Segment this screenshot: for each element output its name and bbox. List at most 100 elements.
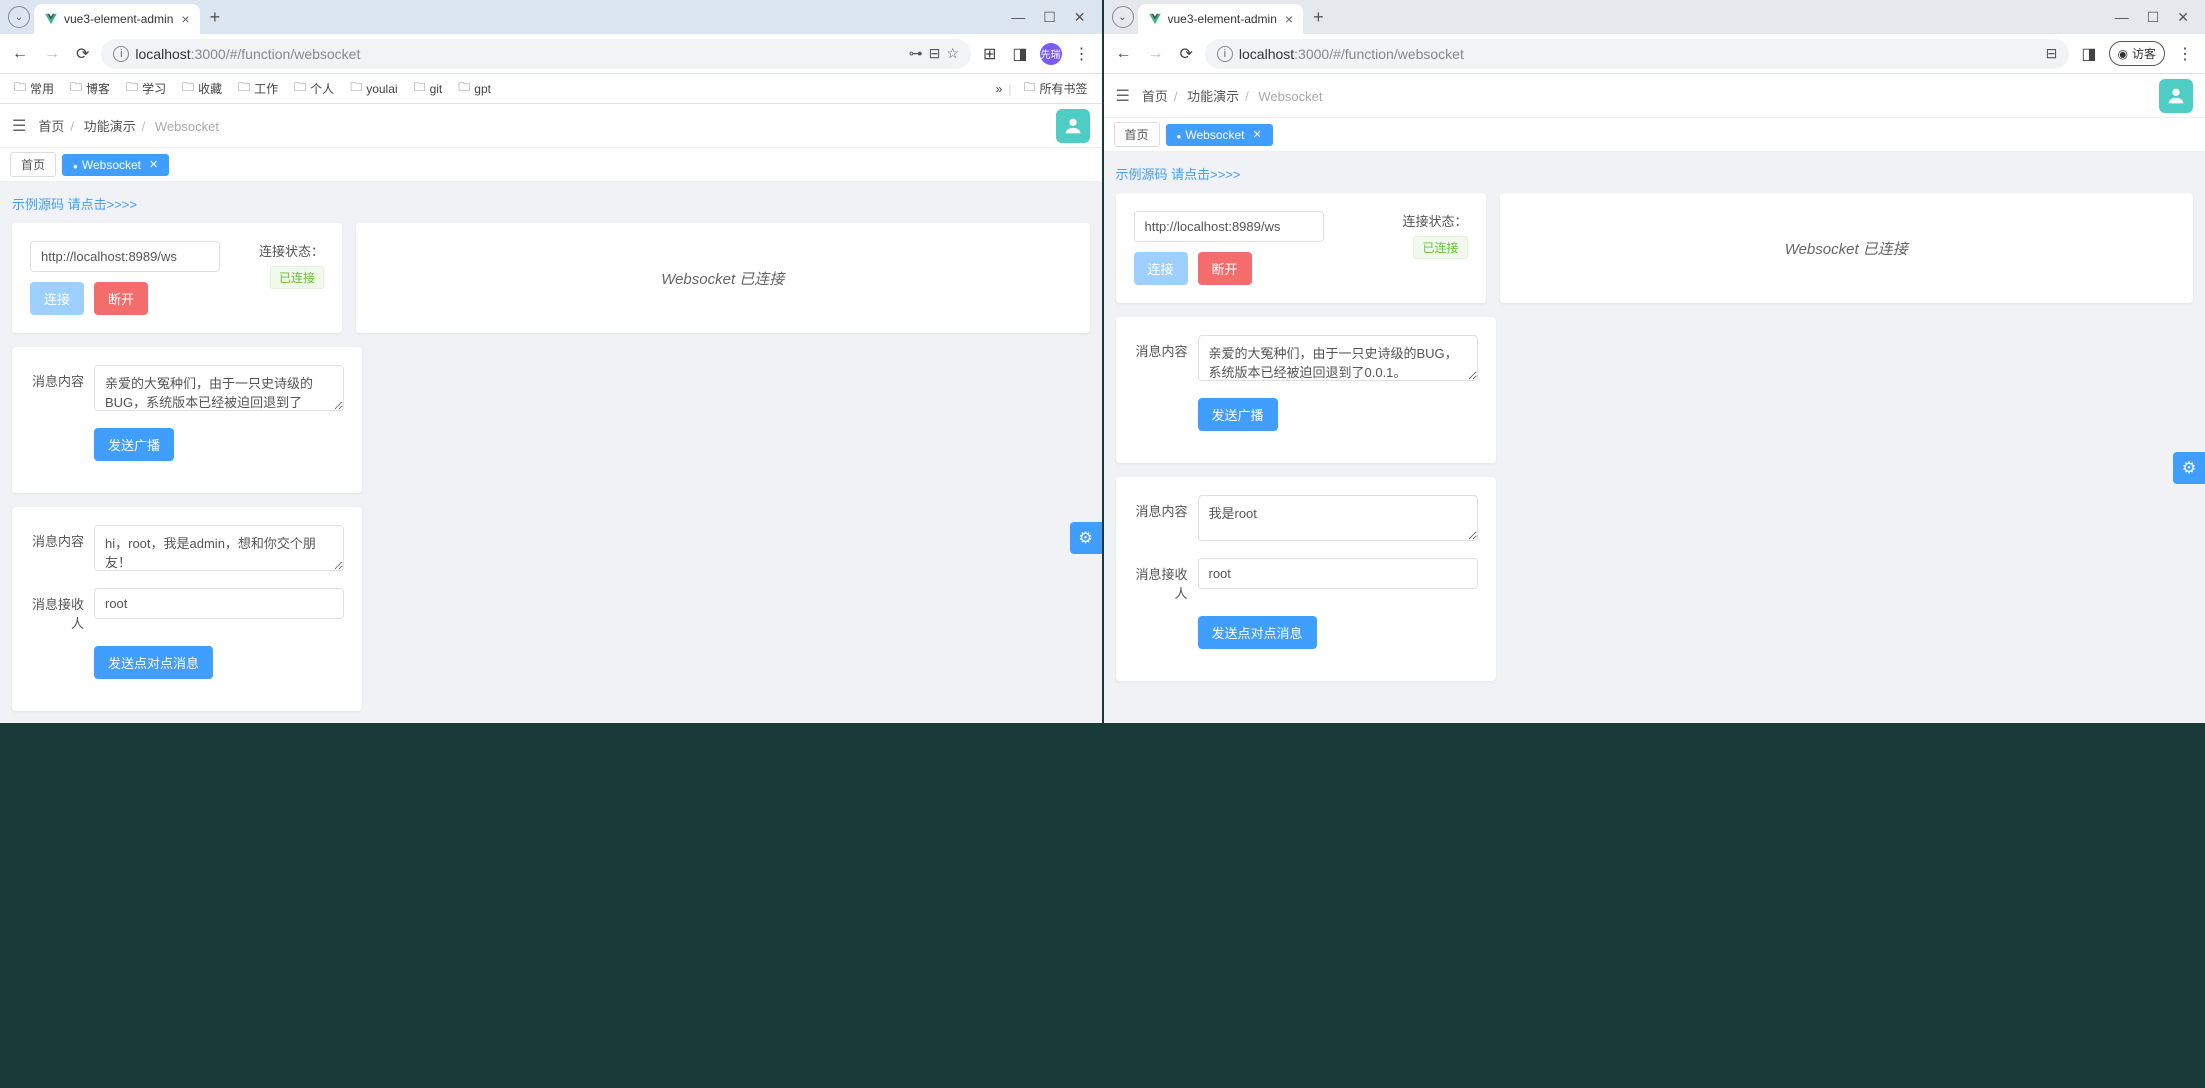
forward-icon[interactable]: → <box>1144 41 1168 67</box>
bookmark-folder[interactable]: 🗀gpt <box>452 75 497 102</box>
translate-icon[interactable]: ⊟ <box>2046 45 2058 62</box>
send-p2p-button[interactable]: 发送点对点消息 <box>94 646 213 679</box>
browser-tab[interactable]: vue3-element-admin × <box>34 4 200 34</box>
tab-search-dropdown[interactable]: ⌄ <box>8 6 30 28</box>
tab-search-dropdown[interactable]: ⌄ <box>1112 6 1134 28</box>
broadcast-msg-input[interactable]: 亲爱的大冤种们，由于一只史诗级的BUG，系统版本已经被迫回退到了 <box>94 365 344 411</box>
p2p-recv-label: 消息接收人 <box>30 588 94 632</box>
titlebar: ⌄ vue3-element-admin × + — ☐ ✕ <box>1104 0 2205 34</box>
view-tabs: 首页 Websocket✕ <box>0 148 1102 182</box>
new-tab-button[interactable]: + <box>210 7 221 28</box>
ws-url-input[interactable] <box>1134 211 1324 242</box>
p2p-recipient-input[interactable] <box>1198 558 1478 589</box>
hamburger-icon[interactable]: ☰ <box>1116 86 1130 106</box>
folder-icon: 🗀 <box>1023 78 1035 99</box>
vue-favicon <box>1148 12 1162 26</box>
guest-profile-badge[interactable]: ◉访客 <box>2109 41 2166 66</box>
password-key-icon[interactable]: ⊶ <box>909 45 923 62</box>
send-broadcast-button[interactable]: 发送广播 <box>94 428 174 461</box>
extensions-icon[interactable]: ⊞ <box>979 40 1000 68</box>
site-info-icon[interactable]: i <box>113 46 129 62</box>
connection-card: 连接 断开 连接状态： 已连接 <box>12 223 342 333</box>
reload-icon[interactable]: ⟳ <box>1176 40 1197 68</box>
maximize-icon[interactable]: ☐ <box>1043 9 1056 26</box>
bookmark-folder[interactable]: 🗀youlai <box>344 75 403 102</box>
settings-float-button[interactable]: ⚙ <box>1070 522 1102 554</box>
p2p-msg-input[interactable]: hi，root，我是admin，想和你交个朋友！ <box>94 525 344 571</box>
breadcrumb-item[interactable]: 首页 <box>1142 89 1168 104</box>
bookmark-folder[interactable]: 🗀个人 <box>288 75 340 102</box>
browser-tab[interactable]: vue3-element-admin × <box>1138 4 1304 34</box>
app-header: ☰ 首页/ 功能演示/ Websocket <box>0 104 1102 148</box>
url-input[interactable]: i localhost:3000/#/function/websocket ⊶ … <box>101 39 971 69</box>
minimize-icon[interactable]: — <box>1011 9 1025 26</box>
close-window-icon[interactable]: ✕ <box>2177 9 2189 26</box>
broadcast-msg-input[interactable]: 亲爱的大冤种们，由于一只史诗级的BUG，系统版本已经被迫回退到了0.0.1。 <box>1198 335 1478 381</box>
new-tab-button[interactable]: + <box>1313 7 1324 28</box>
bookmark-folder[interactable]: 🗀工作 <box>232 75 284 102</box>
back-icon[interactable]: ← <box>1112 41 1136 67</box>
forward-icon[interactable]: → <box>40 41 64 67</box>
menu-icon[interactable]: ⋮ <box>1070 40 1094 68</box>
hamburger-icon[interactable]: ☰ <box>12 116 26 136</box>
url-text: localhost:3000/#/function/websocket <box>1239 46 2040 62</box>
sidepanel-icon[interactable]: ◨ <box>1008 40 1031 68</box>
star-icon[interactable]: ☆ <box>946 45 959 62</box>
tab-close-icon[interactable]: ✕ <box>149 158 158 171</box>
disconnect-button[interactable]: 断开 <box>94 282 148 315</box>
source-code-link[interactable]: 示例源码 请点击>>>> <box>1116 164 1241 183</box>
disconnect-button[interactable]: 断开 <box>1198 252 1252 285</box>
connect-button[interactable]: 连接 <box>30 282 84 315</box>
minimize-icon[interactable]: — <box>2115 9 2129 26</box>
send-broadcast-button[interactable]: 发送广播 <box>1198 398 1278 431</box>
maximize-icon[interactable]: ☐ <box>2147 9 2160 26</box>
reload-icon[interactable]: ⟳ <box>72 40 93 68</box>
translate-icon[interactable]: ⊟ <box>929 45 941 62</box>
ws-url-input[interactable] <box>30 241 220 272</box>
menu-icon[interactable]: ⋮ <box>2173 40 2197 68</box>
gear-icon: ⚙ <box>2182 458 2196 478</box>
browser-window-right: ⌄ vue3-element-admin × + — ☐ ✕ ← → ⟳ i l… <box>1104 0 2205 723</box>
connect-button[interactable]: 连接 <box>1134 252 1188 285</box>
bookmarks-overflow-icon[interactable]: » <box>996 82 1003 96</box>
breadcrumb-item[interactable]: 功能演示 <box>1187 89 1239 104</box>
bookmark-folder[interactable]: 🗀常用 <box>8 75 60 102</box>
view-tab-websocket[interactable]: Websocket✕ <box>62 154 169 176</box>
send-p2p-button[interactable]: 发送点对点消息 <box>1198 616 1317 649</box>
settings-float-button[interactable]: ⚙ <box>2173 452 2205 484</box>
p2p-msg-input[interactable]: 我是root <box>1198 495 1478 541</box>
close-window-icon[interactable]: ✕ <box>1074 9 1086 26</box>
bookmark-folder[interactable]: 🗀博客 <box>64 75 116 102</box>
broadcast-msg-label: 消息内容 <box>1134 335 1198 360</box>
tab-close-icon[interactable]: × <box>181 11 189 27</box>
bookmark-folder[interactable]: 🗀收藏 <box>176 75 228 102</box>
profile-avatar[interactable]: 先瑞 <box>1040 43 1062 65</box>
address-bar: ← → ⟳ i localhost:3000/#/function/websoc… <box>0 34 1102 74</box>
breadcrumb-item[interactable]: 功能演示 <box>84 119 136 134</box>
window-controls: — ☐ ✕ <box>1011 9 1097 26</box>
folder-icon: 🗀 <box>350 78 362 99</box>
view-tab-home[interactable]: 首页 <box>1114 122 1160 147</box>
site-info-icon[interactable]: i <box>1217 46 1233 62</box>
tab-close-icon[interactable]: ✕ <box>1253 128 1262 141</box>
bookmark-folder[interactable]: 🗀学习 <box>120 75 172 102</box>
user-avatar[interactable] <box>1056 109 1090 143</box>
status-label: 连接状态： <box>240 241 324 260</box>
sidepanel-icon[interactable]: ◨ <box>2077 40 2100 68</box>
back-icon[interactable]: ← <box>8 41 32 67</box>
breadcrumb-item[interactable]: 首页 <box>38 119 64 134</box>
view-tab-websocket[interactable]: Websocket✕ <box>1166 124 1273 146</box>
folder-icon: 🗀 <box>238 78 250 99</box>
url-text: localhost:3000/#/function/websocket <box>135 46 902 62</box>
app-header: ☰ 首页/ 功能演示/ Websocket <box>1104 74 2205 118</box>
user-avatar[interactable] <box>2159 79 2193 113</box>
broadcast-card: 消息内容 亲爱的大冤种们，由于一只史诗级的BUG，系统版本已经被迫回退到了0.0… <box>1116 317 1496 463</box>
p2p-recipient-input[interactable] <box>94 588 344 619</box>
tab-close-icon[interactable]: × <box>1285 11 1293 27</box>
view-tab-home[interactable]: 首页 <box>10 152 56 177</box>
bookmark-folder[interactable]: 🗀git <box>408 75 449 102</box>
vue-favicon <box>44 12 58 26</box>
url-input[interactable]: i localhost:3000/#/function/websocket ⊟ <box>1205 39 2069 69</box>
all-bookmarks-button[interactable]: 🗀所有书签 <box>1017 75 1093 102</box>
source-code-link[interactable]: 示例源码 请点击>>>> <box>12 194 137 213</box>
